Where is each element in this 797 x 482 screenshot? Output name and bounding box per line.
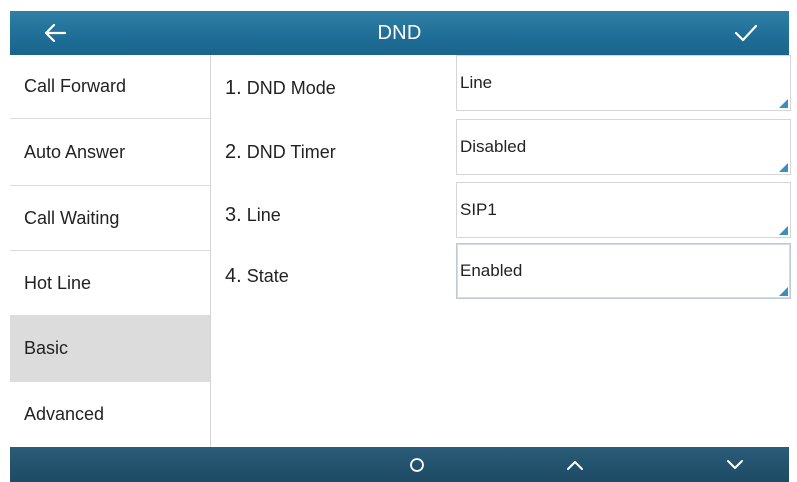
setting-row-dnd-mode: 1. DND Mode Line bbox=[211, 55, 791, 119]
scroll-up-button[interactable] bbox=[535, 447, 615, 482]
sidebar-item-basic[interactable]: Basic bbox=[10, 316, 210, 382]
setting-label-text: DND Timer bbox=[246, 142, 336, 162]
settings-panel: 1. DND Mode Line 2. DND Timer Disabled 3… bbox=[211, 55, 791, 447]
setting-number: 2. bbox=[225, 141, 242, 163]
setting-row-dnd-timer: 2. DND Timer Disabled bbox=[211, 119, 791, 183]
setting-label: 2. DND Timer bbox=[225, 141, 336, 164]
sidebar-item-label: Call Forward bbox=[24, 76, 127, 96]
dropdown-corner-icon bbox=[779, 226, 788, 235]
phone-screen: DND Call Forward Auto Answer Call Waitin… bbox=[0, 0, 797, 482]
setting-label-text: DND Mode bbox=[246, 78, 336, 98]
setting-label: 4. State bbox=[225, 265, 289, 288]
scroll-down-button[interactable] bbox=[695, 447, 775, 482]
setting-label-text: Line bbox=[246, 205, 281, 225]
dropdown-corner-icon bbox=[779, 99, 788, 108]
field-value: Disabled bbox=[460, 137, 527, 156]
field-value: Enabled bbox=[460, 261, 523, 280]
dropdown-corner-icon bbox=[779, 287, 788, 296]
sidebar: Call Forward Auto Answer Call Waiting Ho… bbox=[10, 55, 211, 447]
field-value: Line bbox=[460, 73, 493, 92]
setting-number: 3. bbox=[225, 204, 242, 226]
dnd-mode-field[interactable]: Line bbox=[456, 55, 791, 111]
chevron-down-icon bbox=[727, 459, 743, 469]
sidebar-item-advanced[interactable]: Advanced bbox=[10, 382, 210, 446]
chevron-up-icon bbox=[567, 460, 583, 470]
field-value: SIP1 bbox=[460, 200, 497, 219]
sidebar-item-label: Advanced bbox=[24, 403, 105, 424]
title-bar: DND bbox=[10, 11, 789, 55]
dnd-timer-field[interactable]: Disabled bbox=[456, 119, 791, 175]
check-icon bbox=[734, 24, 758, 42]
sidebar-item-auto-answer[interactable]: Auto Answer bbox=[10, 119, 210, 186]
page-title: DND bbox=[377, 22, 422, 44]
sidebar-item-hot-line[interactable]: Hot Line bbox=[10, 251, 210, 316]
circle-button[interactable] bbox=[377, 447, 457, 482]
setting-label-text: State bbox=[246, 266, 289, 286]
setting-label: 1. DND Mode bbox=[225, 77, 336, 100]
sidebar-item-label: Auto Answer bbox=[24, 141, 126, 162]
sidebar-item-label: Basic bbox=[24, 338, 69, 358]
setting-label: 3. Line bbox=[225, 204, 281, 227]
state-field[interactable]: Enabled bbox=[456, 243, 791, 299]
sidebar-item-label: Call Waiting bbox=[24, 207, 120, 228]
sidebar-item-call-forward[interactable]: Call Forward bbox=[10, 55, 210, 119]
circle-icon bbox=[410, 457, 424, 472]
line-field[interactable]: SIP1 bbox=[456, 182, 791, 238]
softkey-bar bbox=[10, 447, 789, 482]
setting-number: 4. bbox=[225, 265, 242, 287]
setting-number: 1. bbox=[225, 77, 242, 99]
dropdown-corner-icon bbox=[779, 163, 788, 172]
setting-row-line: 3. Line SIP1 bbox=[211, 182, 791, 246]
sidebar-item-call-waiting[interactable]: Call Waiting bbox=[10, 186, 210, 251]
confirm-button[interactable] bbox=[721, 17, 771, 49]
sidebar-item-label: Hot Line bbox=[24, 272, 92, 293]
setting-row-state: 4. State Enabled bbox=[211, 243, 791, 307]
